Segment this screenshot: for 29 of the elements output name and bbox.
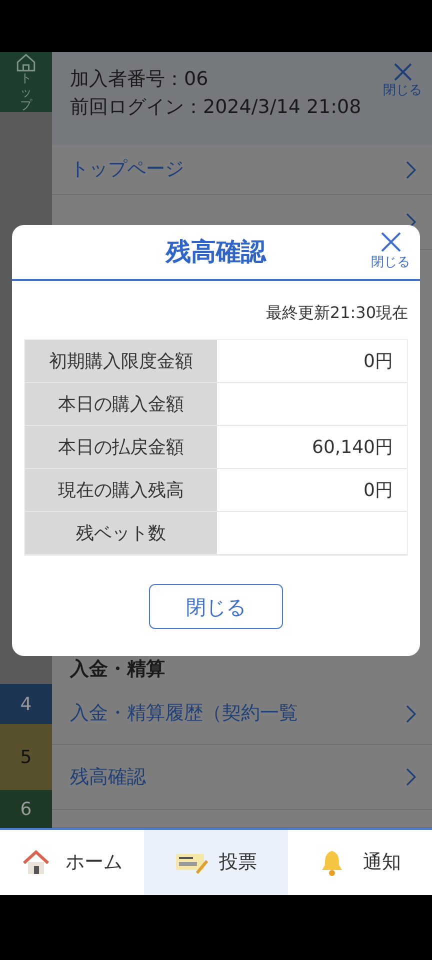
home-icon (14, 52, 38, 72)
close-icon (380, 231, 402, 253)
close-icon (392, 62, 412, 82)
number-strip: 4 (0, 684, 52, 724)
menu-item[interactable]: トップページ (52, 145, 432, 195)
chevron-icon (406, 160, 416, 178)
row-value: 0円 (362, 350, 394, 374)
chevron-icon (406, 704, 416, 722)
row-label: 本日の払戻金額 (25, 426, 217, 468)
row-label: 初期購入限度金額 (25, 340, 217, 382)
row-label: 現在の購入残高 (25, 469, 217, 511)
menu-item[interactable]: 残高確認 (52, 745, 432, 810)
top-tab[interactable]: トップ (0, 52, 52, 112)
close-button[interactable]: 閉じる (371, 231, 410, 272)
dialog-title: 残高確認 (166, 236, 266, 268)
update-time: 最終更新21:30現在 (266, 303, 408, 322)
close-button[interactable]: 閉じる (149, 584, 283, 629)
last-login: 前回ログイン：2024/3/14 21:08 (70, 94, 362, 120)
section-heading: 入金・精算 (68, 656, 166, 682)
number-strip: 5 (0, 724, 52, 790)
row-value: 0円 (362, 478, 394, 502)
number-strip: 6 (0, 790, 52, 828)
row-label: 本日の購入金額 (25, 383, 217, 425)
chevron-icon (406, 768, 416, 786)
row-value: 60,140円 (311, 436, 394, 460)
nav-tab[interactable]: 投票 (144, 830, 288, 895)
row-label: 残ベット数 (25, 512, 217, 554)
member-number: 加入者番号：06 (70, 67, 208, 92)
menu-item[interactable]: 入金・精算履歴（契約一覧 (52, 683, 432, 745)
